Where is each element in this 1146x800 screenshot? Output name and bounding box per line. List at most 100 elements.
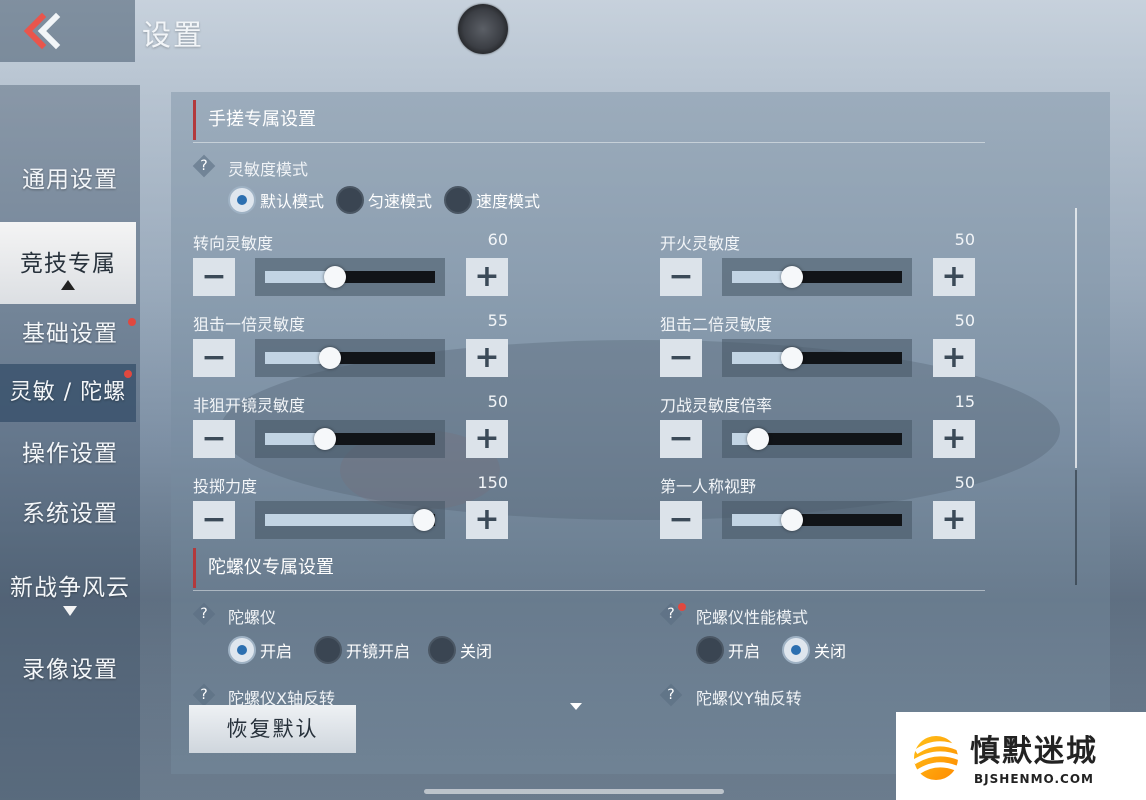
sidebar-item-label: 新战争风云 bbox=[10, 575, 130, 601]
sidebar-item-general[interactable]: 通用设置 bbox=[0, 160, 140, 200]
slider-track bbox=[265, 428, 435, 450]
radio-circle bbox=[428, 636, 457, 664]
slider-label: 狙击一倍灵敏度 bbox=[193, 315, 306, 334]
sidebar-item-label: 基础设置 bbox=[22, 321, 118, 347]
back-button[interactable] bbox=[0, 0, 135, 62]
radio-label: 速度模式 bbox=[476, 192, 541, 211]
increase-button[interactable]: + bbox=[933, 420, 975, 458]
decrease-button[interactable]: − bbox=[660, 501, 702, 539]
scrollbar[interactable] bbox=[1075, 208, 1077, 468]
radio-gyro-scope-on[interactable]: 开镜开启 bbox=[314, 636, 410, 664]
decrease-button[interactable]: − bbox=[193, 339, 235, 377]
increase-button[interactable]: + bbox=[466, 339, 508, 377]
notification-dot bbox=[128, 318, 136, 326]
slider-row: 狙击一倍灵敏度 55 − + bbox=[193, 311, 508, 391]
increase-button[interactable]: + bbox=[466, 501, 508, 539]
slider[interactable] bbox=[255, 501, 445, 539]
slider[interactable] bbox=[255, 420, 445, 458]
slider[interactable] bbox=[722, 501, 912, 539]
help-icon[interactable]: ? bbox=[192, 602, 216, 626]
sidebar-item-basic[interactable]: 基础设置 bbox=[0, 312, 140, 356]
sidebar-item-label: 通用设置 bbox=[22, 167, 118, 193]
divider bbox=[193, 590, 985, 591]
sidebar-item-label: 录像设置 bbox=[22, 657, 118, 683]
slider-handle[interactable] bbox=[746, 428, 769, 450]
slider-handle[interactable] bbox=[319, 347, 342, 369]
sidebar-item-sensitivity-gyro[interactable]: 灵敏 / 陀螺 bbox=[0, 364, 136, 422]
radio-circle bbox=[782, 636, 811, 664]
increase-button[interactable]: + bbox=[933, 258, 975, 296]
radio-label: 默认模式 bbox=[260, 192, 325, 211]
home-indicator[interactable] bbox=[424, 789, 724, 794]
radio-gyro-off[interactable]: 关闭 bbox=[428, 636, 492, 664]
slider-handle[interactable] bbox=[314, 428, 337, 450]
increase-button[interactable]: + bbox=[466, 258, 508, 296]
radio-uniform-mode[interactable]: 匀速模式 bbox=[336, 186, 432, 214]
slider-handle[interactable] bbox=[413, 509, 435, 531]
section-title-gyro: 陀螺仪专属设置 bbox=[193, 548, 334, 588]
decrease-button[interactable]: − bbox=[193, 501, 235, 539]
slider-handle[interactable] bbox=[781, 509, 804, 531]
increase-button[interactable]: + bbox=[466, 420, 508, 458]
radio-circle bbox=[336, 186, 365, 214]
triangle-up-icon bbox=[61, 280, 75, 290]
slider-row: 投掷力度 150 − + bbox=[193, 473, 508, 553]
slider-value: 15 bbox=[954, 392, 975, 411]
sidebar-item-competitive[interactable]: 竞技专属 bbox=[0, 222, 136, 304]
radio-label: 匀速模式 bbox=[368, 192, 433, 211]
slider-handle[interactable] bbox=[781, 266, 804, 288]
section-title-handheld: 手搓专属设置 bbox=[193, 100, 316, 140]
slider-row: 第一人称视野 50 − + bbox=[660, 473, 975, 553]
sensitivity-mode-group: 默认模式 匀速模式 速度模式 bbox=[228, 186, 552, 214]
radio-label: 关闭 bbox=[814, 642, 847, 661]
sidebar-item-new-war[interactable]: 新战争风云 bbox=[0, 568, 140, 626]
radio-perf-off[interactable]: 关闭 bbox=[782, 636, 846, 664]
radio-circle bbox=[444, 186, 473, 214]
sidebar-item-controls[interactable]: 操作设置 bbox=[0, 432, 140, 476]
slider[interactable] bbox=[722, 258, 912, 296]
slider-label: 转向灵敏度 bbox=[193, 234, 274, 253]
help-icon[interactable]: ? bbox=[659, 602, 686, 626]
slider-track bbox=[265, 509, 435, 531]
slider-value: 50 bbox=[954, 230, 975, 249]
gyro-y-invert-label: 陀螺仪Y轴反转 bbox=[696, 689, 802, 708]
radio-label: 开启 bbox=[728, 642, 761, 661]
gyro-performance-group: 开启 关闭 bbox=[696, 636, 858, 664]
help-icon[interactable]: ? bbox=[659, 683, 683, 707]
slider-handle[interactable] bbox=[324, 266, 347, 288]
slider[interactable] bbox=[255, 258, 445, 296]
increase-button[interactable]: + bbox=[933, 339, 975, 377]
slider-handle[interactable] bbox=[781, 347, 804, 369]
decrease-button[interactable]: − bbox=[660, 258, 702, 296]
page-title: 设置 bbox=[142, 18, 205, 52]
decrease-button[interactable]: − bbox=[193, 420, 235, 458]
help-icon[interactable]: ? bbox=[192, 154, 216, 178]
slider-row: 非狙开镜灵敏度 50 − + bbox=[193, 392, 508, 472]
slider-track bbox=[732, 428, 902, 450]
sidebar-item-system[interactable]: 系统设置 bbox=[0, 492, 140, 536]
radio-speed-mode[interactable]: 速度模式 bbox=[444, 186, 540, 214]
sidebar-item-label: 系统设置 bbox=[22, 501, 118, 527]
slider[interactable] bbox=[722, 339, 912, 377]
radio-gyro-on[interactable]: 开启 bbox=[228, 636, 292, 664]
restore-defaults-button[interactable]: 恢复默认 bbox=[189, 705, 356, 753]
slider-track bbox=[732, 347, 902, 369]
increase-button[interactable]: + bbox=[933, 501, 975, 539]
slider-track bbox=[732, 509, 902, 531]
slider-value: 50 bbox=[954, 473, 975, 492]
decrease-button[interactable]: − bbox=[193, 258, 235, 296]
slider-label: 第一人称视野 bbox=[660, 477, 757, 496]
slider-track bbox=[732, 266, 902, 288]
radio-perf-on[interactable]: 开启 bbox=[696, 636, 760, 664]
decrease-button[interactable]: − bbox=[660, 339, 702, 377]
radio-default-mode[interactable]: 默认模式 bbox=[228, 186, 324, 214]
sidebar-item-label: 竞技专属 bbox=[20, 251, 116, 277]
slider-row: 开火灵敏度 50 − + bbox=[660, 230, 975, 310]
decrease-button[interactable]: − bbox=[660, 420, 702, 458]
radio-label: 关闭 bbox=[460, 642, 493, 661]
sidebar-item-replay[interactable]: 录像设置 bbox=[0, 648, 140, 692]
help-icon[interactable]: ? bbox=[192, 683, 216, 707]
slider[interactable] bbox=[722, 420, 912, 458]
slider[interactable] bbox=[255, 339, 445, 377]
slider-label: 狙击二倍灵敏度 bbox=[660, 315, 773, 334]
